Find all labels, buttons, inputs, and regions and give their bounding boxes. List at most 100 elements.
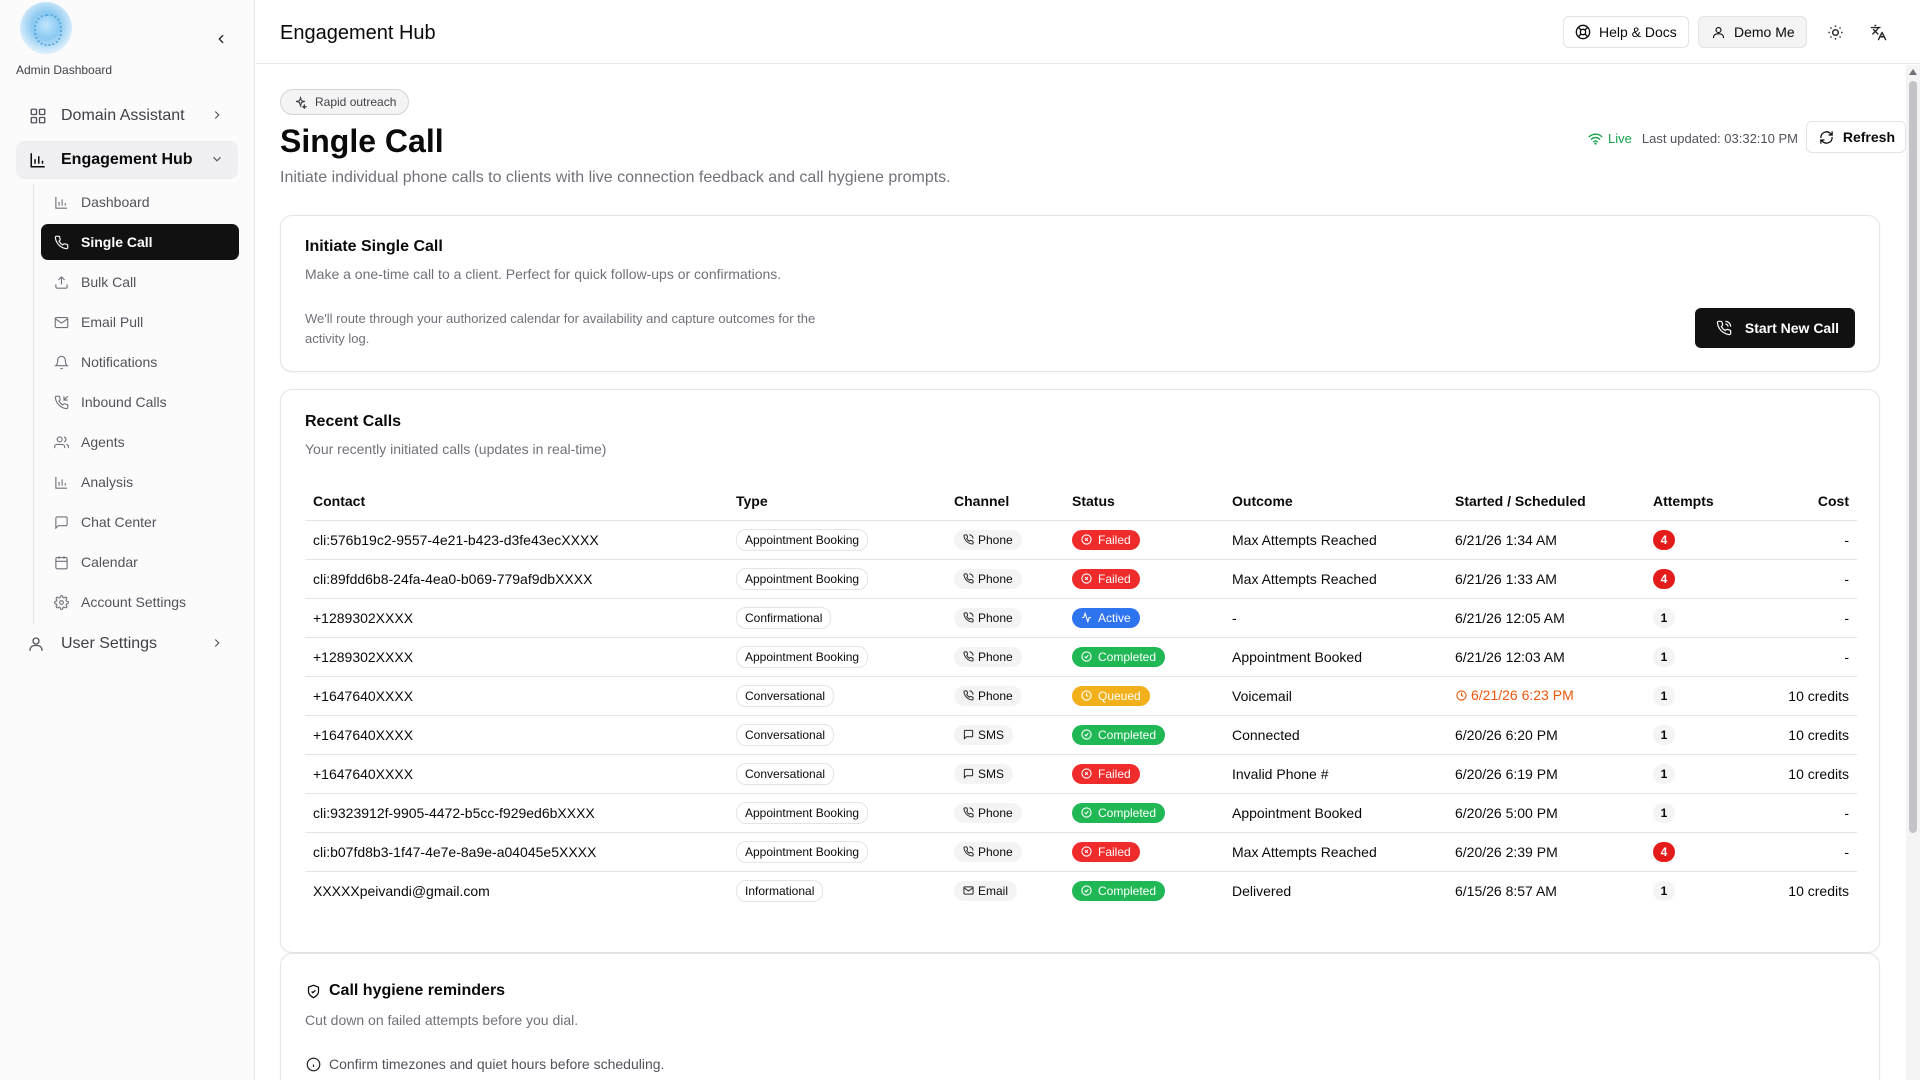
sidebar-item-label: Engagement Hub: [61, 151, 193, 168]
table-header-row: Contact Type Channel Status Outcome Star…: [305, 482, 1857, 521]
attempts-cell: 4: [1645, 520, 1770, 560]
table-row[interactable]: cli:89fdd6b8-24fa-4ea0-b069-779af9dbXXXX…: [305, 559, 1857, 599]
column-header[interactable]: Contact: [305, 482, 728, 521]
refresh-button[interactable]: Refresh: [1805, 121, 1906, 153]
main-scrollbar[interactable]: [1906, 65, 1920, 1080]
sidebar-item-engagement-hub[interactable]: Engagement Hub: [16, 141, 238, 179]
column-header[interactable]: Outcome: [1224, 482, 1447, 521]
column-header[interactable]: Attempts: [1645, 482, 1770, 521]
type-badge: Conversational: [736, 762, 835, 785]
cost-cell: -: [1770, 598, 1857, 638]
started-time: 6/20/26 5:00 PM: [1455, 804, 1558, 821]
sidebar-item-email-pull[interactable]: Email Pull: [41, 304, 239, 340]
page-subtitle: Initiate individual phone calls to clien…: [280, 169, 951, 186]
started-cell: 6/15/26 8:57 AM: [1447, 871, 1645, 910]
column-header[interactable]: Cost: [1770, 482, 1857, 521]
channel-cell: Phone: [946, 598, 1064, 638]
start-new-call-button[interactable]: Start New Call: [1694, 308, 1855, 348]
table-row[interactable]: +1647640XXXX Conversational SMS Completed Co…: [305, 715, 1857, 755]
column-header[interactable]: Type: [728, 482, 946, 521]
sidebar-item-account-settings[interactable]: Account Settings: [41, 584, 239, 620]
outcome-cell: Voicemail: [1224, 676, 1447, 716]
sidebar-item-label: Analysis: [81, 474, 134, 490]
brand-logo[interactable]: [20, 2, 72, 54]
sidebar-item-bulk-call[interactable]: Bulk Call: [41, 264, 239, 300]
sidebar-item-label: Chat Center: [81, 514, 157, 530]
attempts-cell: 1: [1645, 715, 1770, 755]
scheduled-time: 6/21/26 6:23 PM: [1455, 687, 1574, 703]
user-menu-label: Demo Me: [1734, 24, 1795, 40]
outcome-cell: Appointment Booked: [1224, 637, 1447, 677]
sidebar-item-inbound-calls[interactable]: Inbound Calls: [41, 384, 239, 420]
user-icon: [26, 634, 46, 654]
language-button[interactable]: [1868, 22, 1888, 42]
mail-icon: [962, 885, 974, 897]
type-cell: Informational: [728, 871, 946, 910]
translate-icon: [1870, 24, 1886, 40]
check-circle-icon: [1080, 807, 1092, 819]
theme-toggle-button[interactable]: [1825, 22, 1845, 42]
table-row[interactable]: +1647640XXXX Conversational SMS Failed Inval…: [305, 754, 1857, 794]
table-row[interactable]: +1647640XXXX Conversational Phone Queued Voi…: [305, 676, 1857, 716]
sidebar-item-label: Agents: [81, 434, 125, 450]
status-badge: Completed: [1072, 802, 1166, 823]
scroll-thumb[interactable]: [1909, 81, 1917, 833]
channel-cell: Phone: [946, 832, 1064, 872]
channel-badge: Phone: [954, 841, 1022, 862]
status-cell: Failed: [1064, 520, 1224, 560]
call-hygiene-description: Cut down on failed attempts before you d…: [305, 1012, 579, 1028]
bar-chart-icon: [53, 194, 69, 210]
scroll-up-arrow[interactable]: [1909, 69, 1917, 75]
sidebar-item-calendar[interactable]: Calendar: [41, 544, 239, 580]
table-row[interactable]: cli:9323912f-9905-4472-b5cc-f929ed6bXXXX…: [305, 793, 1857, 833]
sidebar-item-domain-assistant[interactable]: Domain Assistant: [16, 97, 238, 135]
attempts-cell: 1: [1645, 637, 1770, 677]
phone-icon: [962, 807, 974, 819]
chevron-right-icon: [214, 111, 220, 119]
channel-cell: Email: [946, 871, 1064, 910]
user-menu-button[interactable]: Demo Me: [1698, 16, 1807, 48]
table-row[interactable]: cli:b07fd8b3-1f47-4e7e-8a9e-a04045e5XXXX…: [305, 832, 1857, 872]
sidebar-item-dashboard[interactable]: Dashboard: [41, 184, 239, 220]
channel-badge: Email: [954, 880, 1018, 901]
start-new-call-label: Start New Call: [1744, 320, 1839, 336]
table-row[interactable]: XXXXXpeivandi@gmail.com Informational Emai…: [305, 871, 1857, 910]
started-cell: 6/21/26 1:33 AM: [1447, 559, 1645, 599]
page-title: Single Call: [280, 123, 444, 159]
cost-cell: -: [1770, 793, 1857, 833]
rapid-outreach-badge: Rapid outreach: [280, 89, 410, 115]
help-docs-button[interactable]: Help & Docs: [1563, 16, 1689, 48]
table-row[interactable]: +1289302XXXX Confirmational Phone Active -6/…: [305, 598, 1857, 638]
type-cell: Appointment Booking: [728, 832, 946, 872]
collapse-sidebar-button[interactable]: [212, 30, 230, 48]
contact-cell: +1289302XXXX: [305, 598, 728, 638]
rapid-outreach-label: Rapid outreach: [315, 95, 397, 109]
shield-check-icon: [305, 983, 321, 999]
cost-cell: 10 credits: [1788, 882, 1849, 899]
message-icon: [962, 729, 974, 741]
column-header[interactable]: Started / Scheduled: [1447, 482, 1645, 521]
sidebar-item-analysis[interactable]: Analysis: [41, 464, 239, 500]
contact-cell: cli:b07fd8b3-1f47-4e7e-8a9e-a04045e5XXXX: [305, 832, 728, 872]
hygiene-reminder-text: Confirm timezones and quiet hours before…: [329, 1056, 665, 1072]
table-row[interactable]: cli:576b19c2-9557-4e21-b423-d3fe43ecXXXX…: [305, 520, 1857, 560]
attempts-badge: 4: [1653, 841, 1675, 862]
cost-cell: -: [1770, 637, 1857, 677]
sidebar-item-notifications[interactable]: Notifications: [41, 344, 239, 380]
table-row[interactable]: +1289302XXXX Appointment Booking Phone Comp…: [305, 637, 1857, 677]
chevron-right-icon: [214, 639, 220, 647]
channel-label: Phone: [978, 844, 1013, 859]
sidebar-item-agents[interactable]: Agents: [41, 424, 239, 460]
type-badge: Appointment Booking: [736, 840, 869, 863]
type-cell: Appointment Booking: [728, 559, 946, 599]
column-header[interactable]: Status: [1064, 482, 1224, 521]
status-cell: Completed: [1064, 793, 1224, 833]
x-circle-icon: [1080, 573, 1092, 585]
attempts-cell: 1: [1645, 871, 1770, 910]
attempts-cell: 4: [1645, 832, 1770, 872]
started-time: 6/20/26 6:20 PM: [1455, 726, 1558, 743]
sidebar-item-single-call[interactable]: Single Call: [41, 224, 239, 260]
sidebar-item-user-settings[interactable]: User Settings: [16, 625, 238, 663]
column-header[interactable]: Channel: [946, 482, 1064, 521]
sidebar-item-chat-center[interactable]: Chat Center: [41, 504, 239, 540]
